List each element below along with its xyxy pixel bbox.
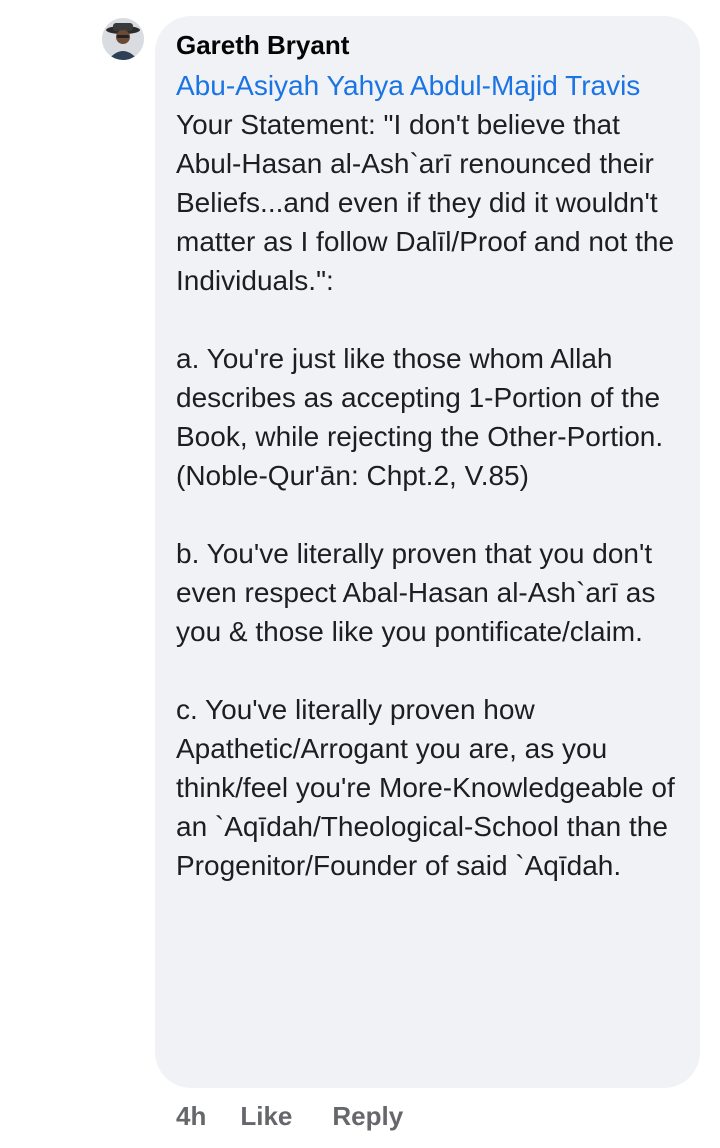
- like-button[interactable]: Like: [240, 1100, 292, 1132]
- comment-timestamp[interactable]: 4h: [176, 1100, 206, 1132]
- comment-thread: Gareth Bryant Abu-Asiyah Yahya Abdul-Maj…: [0, 0, 720, 1148]
- comment-author[interactable]: Gareth Bryant: [176, 30, 676, 60]
- reply-button[interactable]: Reply: [332, 1100, 403, 1132]
- comment-text: Your Statement: "I don't believe that Ab…: [176, 109, 675, 881]
- avatar[interactable]: [102, 18, 144, 60]
- profile-photo-icon: [102, 18, 144, 60]
- comment-actions: 4h Like Reply: [176, 1100, 403, 1132]
- mention-link[interactable]: Abu-Asiyah Yahya Abdul-Majid Travis: [176, 70, 640, 101]
- comment-bubble: Gareth Bryant Abu-Asiyah Yahya Abdul-Maj…: [155, 16, 700, 1088]
- comment-body: Abu-Asiyah Yahya Abdul-Majid Travis Your…: [176, 66, 676, 885]
